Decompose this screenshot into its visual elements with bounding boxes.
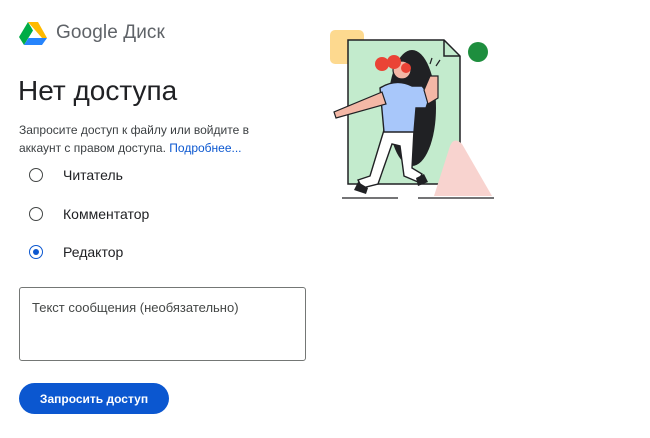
no-access-illustration	[330, 30, 494, 199]
role-option-viewer[interactable]: Читатель	[29, 167, 123, 183]
radio-viewer[interactable]	[29, 168, 43, 182]
app-name: Google Диск	[56, 22, 165, 43]
google-drive-icon	[19, 22, 47, 45]
request-access-button[interactable]: Запросить доступ	[19, 383, 169, 414]
page-title: Нет доступа	[18, 75, 178, 106]
role-label-viewer: Читатель	[63, 167, 123, 183]
role-label-commenter: Комментатор	[63, 206, 150, 222]
access-description: Запросите доступ к файлу или войдите в а…	[19, 121, 289, 157]
role-option-commenter[interactable]: Комментатор	[29, 206, 149, 222]
learn-more-link[interactable]: Подробнее...	[169, 141, 241, 155]
message-field[interactable]	[19, 287, 306, 361]
radio-commenter[interactable]	[29, 207, 43, 221]
role-option-editor[interactable]: Редактор	[29, 244, 123, 260]
radio-editor[interactable]	[29, 245, 43, 259]
google-drive-logo: Google Диск	[19, 21, 165, 45]
role-label-editor: Редактор	[63, 244, 124, 260]
